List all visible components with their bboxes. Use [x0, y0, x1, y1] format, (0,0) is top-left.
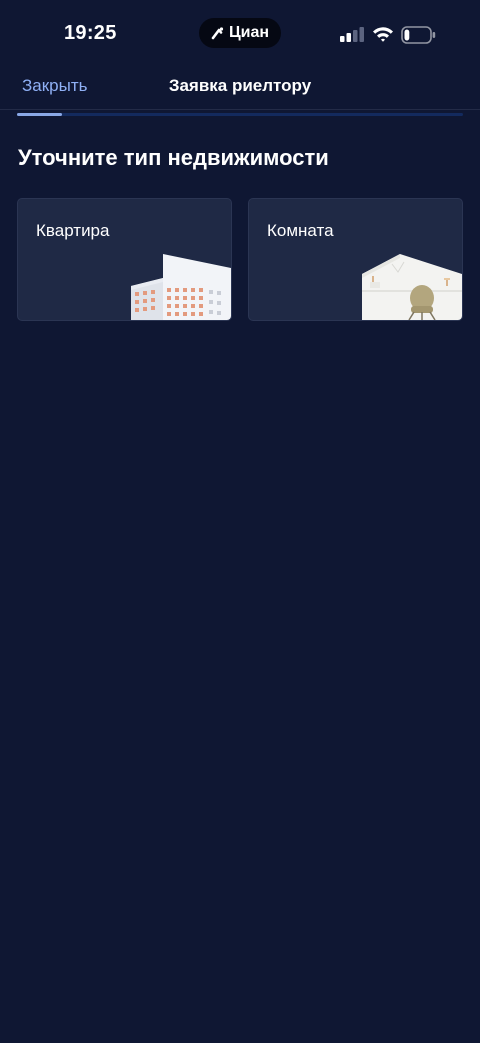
card-label: Квартира [36, 221, 110, 240]
property-type-card-room[interactable]: Комната [248, 198, 463, 321]
progress-bar [17, 113, 463, 116]
property-type-cards: Квартира Комната [17, 198, 463, 321]
property-type-card-apartment[interactable]: Квартира [17, 198, 232, 321]
progress-bar-fill [17, 113, 62, 116]
status-bar: 19:25 Циан [0, 0, 480, 68]
section-heading: Уточните тип недвижимости [18, 145, 329, 170]
battery-icon [401, 26, 436, 44]
header-divider [0, 109, 480, 110]
app-pill-label: Циан [228, 24, 270, 41]
cian-logo-icon [211, 27, 224, 40]
card-label: Комната [267, 221, 334, 240]
nav-header: Закрыть Заявка риелтору [0, 68, 480, 110]
room-interior-icon [362, 254, 462, 320]
app-pill[interactable]: Циан [199, 18, 281, 48]
page-title: Заявка риелтору [168, 76, 312, 95]
cellular-signal-icon [340, 27, 364, 42]
apartment-building-icon [131, 254, 231, 320]
status-time: 19:25 [64, 22, 117, 44]
wifi-icon [373, 27, 393, 42]
